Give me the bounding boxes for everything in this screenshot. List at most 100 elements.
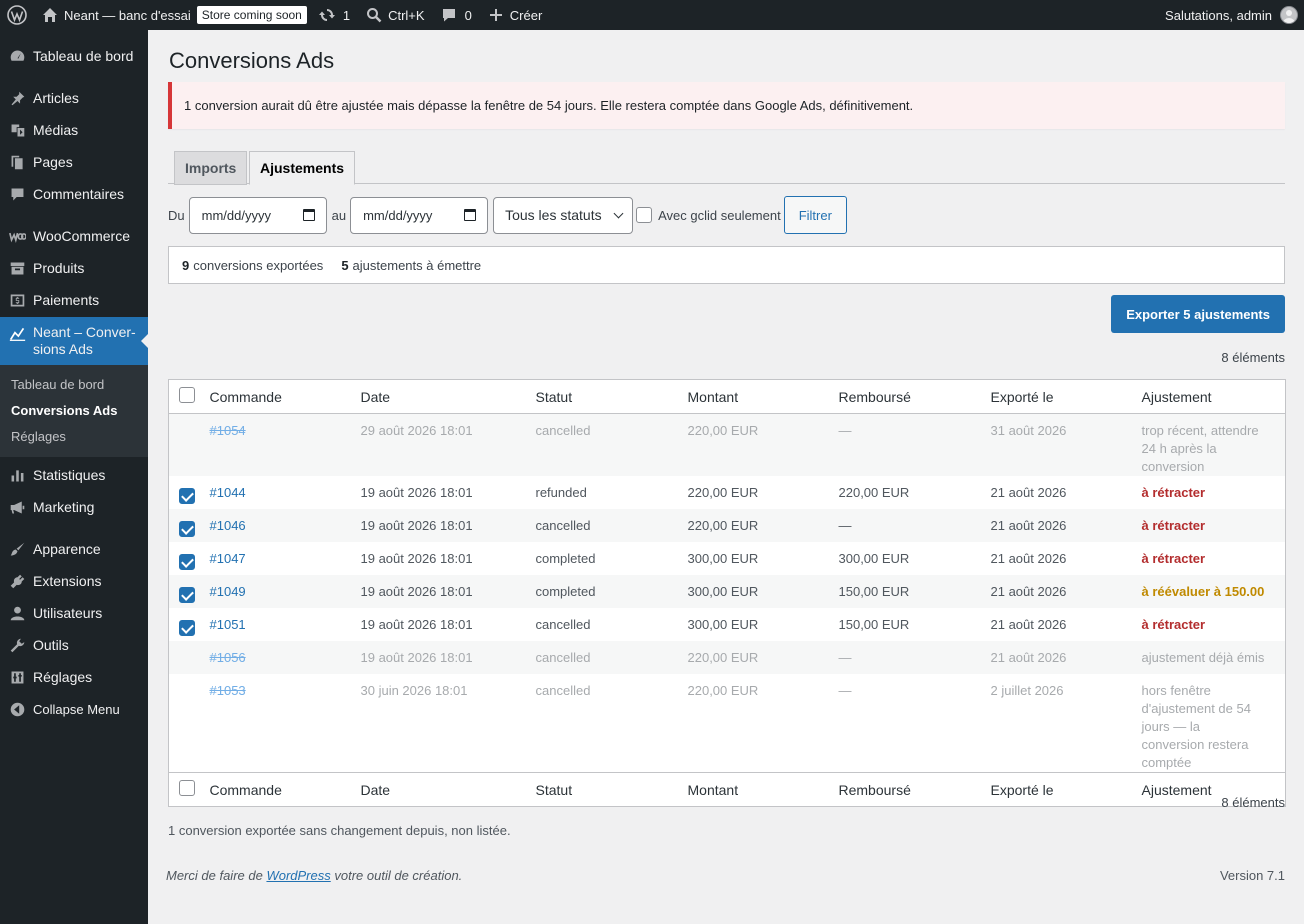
settings-sliders-icon	[8, 668, 26, 686]
store-coming-soon-badge[interactable]: Store coming soon	[196, 6, 307, 24]
column-header-date[interactable]: Date	[360, 379, 536, 414]
summary-box: 9 conversions exportées 5 ajustements à …	[168, 246, 1285, 284]
order-link[interactable]: #1046	[210, 518, 246, 533]
comments-link[interactable]: 0	[433, 0, 480, 30]
row-checkbox[interactable]	[179, 521, 195, 537]
column-header-adjustment[interactable]: Ajustement	[1141, 379, 1286, 414]
order-link[interactable]: #1049	[210, 584, 246, 599]
menu-item-pages[interactable]: Pages	[0, 146, 148, 178]
menu-label: WooCommerce	[33, 228, 130, 244]
date-cell: 19 août 2026 18:01	[360, 575, 536, 608]
wordpress-logo-icon[interactable]	[0, 0, 34, 30]
menu-item-dashboard[interactable]: Tableau de bord	[0, 40, 148, 72]
column-header-status[interactable]: Statut	[535, 772, 688, 807]
row-checkbox[interactable]	[179, 587, 195, 603]
column-header-amount[interactable]: Montant	[687, 772, 839, 807]
tab-ajustements[interactable]: Ajustements	[249, 151, 356, 185]
footer-thanks: Merci de faire de WordPress votre outil …	[166, 868, 462, 883]
row-checkbox[interactable]	[179, 620, 195, 636]
order-cell: #1053	[210, 674, 361, 773]
order-link[interactable]: #1044	[210, 485, 246, 500]
adjust-label: ajustements à émettre	[352, 257, 482, 273]
status-cell: cancelled	[535, 617, 591, 632]
site-name-link[interactable]: Neant — banc d'essai Store coming soon	[34, 0, 315, 30]
menu-item-products[interactable]: Produits	[0, 252, 148, 284]
table-row: #1056 19 août 2026 18:01 cancelled 220,0…	[168, 641, 1286, 674]
new-content-link[interactable]: Créer	[480, 0, 551, 30]
column-header-refunded[interactable]: Remboursé	[838, 379, 991, 414]
menu-item-settings[interactable]: Réglages	[0, 661, 148, 693]
order-link[interactable]: #1051	[210, 617, 246, 632]
menu-item-extensions[interactable]: Extensions	[0, 565, 148, 597]
tab-imports[interactable]: Imports	[174, 151, 248, 185]
wordpress-link[interactable]: WordPress	[266, 868, 330, 883]
unlisted-note: 1 conversion exportée sans changement de…	[168, 823, 511, 838]
filter-button[interactable]: Filtrer	[783, 196, 847, 234]
footer-thanks-prefix: Merci de faire de	[166, 868, 263, 883]
column-header-date[interactable]: Date	[360, 772, 536, 807]
menu-item-appearance[interactable]: Apparence	[0, 533, 148, 565]
adjustment-cell: à réévaluer à 150.00	[1141, 575, 1286, 608]
status-cell: refunded	[535, 485, 587, 500]
menu-item-posts[interactable]: Articles	[0, 82, 148, 114]
calendar-icon[interactable]	[302, 209, 315, 221]
order-link[interactable]: #1056	[210, 650, 246, 665]
gclid-only-label[interactable]: Avec gclid seulement	[658, 208, 781, 223]
menu-item-tools[interactable]: Outils	[0, 629, 148, 661]
menu-item-users[interactable]: Utilisateurs	[0, 597, 148, 629]
column-header-order[interactable]: Commande	[209, 772, 361, 807]
menu-item-woocommerce[interactable]: WooCommerce	[0, 220, 148, 252]
updates-link[interactable]: 1	[315, 0, 358, 30]
menu-item-marketing[interactable]: Marketing	[0, 491, 148, 523]
select-all-checkbox[interactable]	[179, 387, 195, 403]
row-checkbox[interactable]	[179, 554, 195, 570]
select-all-checkbox[interactable]	[179, 780, 195, 796]
menu-item-payments[interactable]: Paiements	[0, 284, 148, 316]
search-shortcut: Ctrl+K	[388, 7, 425, 23]
search-link[interactable]: Ctrl+K	[358, 0, 432, 30]
items-count-bottom: 8 éléments	[1221, 795, 1285, 810]
status-select[interactable]: Tous les statuts	[493, 196, 634, 234]
adjustment-cell: à rétracter	[1141, 617, 1206, 632]
calendar-icon[interactable]	[464, 209, 477, 221]
comment-icon	[8, 185, 26, 203]
updates-icon	[318, 7, 335, 23]
my-account-link[interactable]: Salutations, admin	[1157, 0, 1304, 30]
order-cell: #1049	[209, 575, 361, 608]
media-icon	[8, 121, 26, 139]
order-link[interactable]: #1053	[210, 683, 246, 698]
menu-item-stats[interactable]: Statistiques	[0, 459, 148, 491]
submenu-item-conversions-ads[interactable]: Conversions Ads	[0, 398, 148, 424]
adjustment-cell: ajustement déjà émis	[1141, 641, 1286, 674]
menu-item-media[interactable]: Médias	[0, 114, 148, 146]
date-cell: 19 août 2026 18:01	[360, 509, 536, 542]
date-to-input[interactable]: mm/dd/yyyy	[350, 196, 489, 234]
submenu-item-dashboard[interactable]: Tableau de bord	[0, 372, 148, 398]
row-checkbox[interactable]	[179, 488, 195, 504]
column-header-refunded[interactable]: Remboursé	[838, 772, 991, 807]
column-header-exported[interactable]: Exporté le	[990, 379, 1142, 414]
menu-label: Apparence	[33, 541, 101, 557]
gclid-only-checkbox[interactable]	[636, 207, 653, 223]
collapse-menu-button[interactable]: Collapse Menu	[0, 693, 148, 725]
order-link[interactable]: #1047	[210, 551, 246, 566]
export-adjustments-button[interactable]: Exporter 5 ajustements	[1111, 295, 1285, 333]
order-link[interactable]: #1054	[210, 423, 246, 438]
user-icon	[8, 604, 26, 622]
order-cell: #1044	[210, 476, 361, 509]
admin-footer: Merci de faire de WordPress votre outil …	[166, 868, 1285, 883]
column-header-amount[interactable]: Montant	[687, 379, 839, 414]
menu-item-conversions-ads[interactable]: Neant – Conver- sions Ads	[0, 317, 148, 365]
order-cell: #1056	[209, 641, 361, 674]
pin-icon	[8, 89, 26, 107]
submenu-item-settings[interactable]: Réglages	[0, 424, 148, 450]
column-header-status[interactable]: Statut	[535, 379, 688, 414]
date-from-input[interactable]: mm/dd/yyyy	[188, 196, 327, 234]
amount-cell: 220,00 EUR	[687, 683, 759, 698]
menu-item-comments[interactable]: Commentaires	[0, 178, 148, 210]
column-header-exported[interactable]: Exporté le	[990, 772, 1142, 807]
menu-label: Paiements	[33, 292, 100, 308]
date-cell: 19 août 2026 18:01	[360, 617, 473, 632]
column-header-order[interactable]: Commande	[209, 379, 361, 414]
refunded-cell: —	[838, 641, 991, 674]
